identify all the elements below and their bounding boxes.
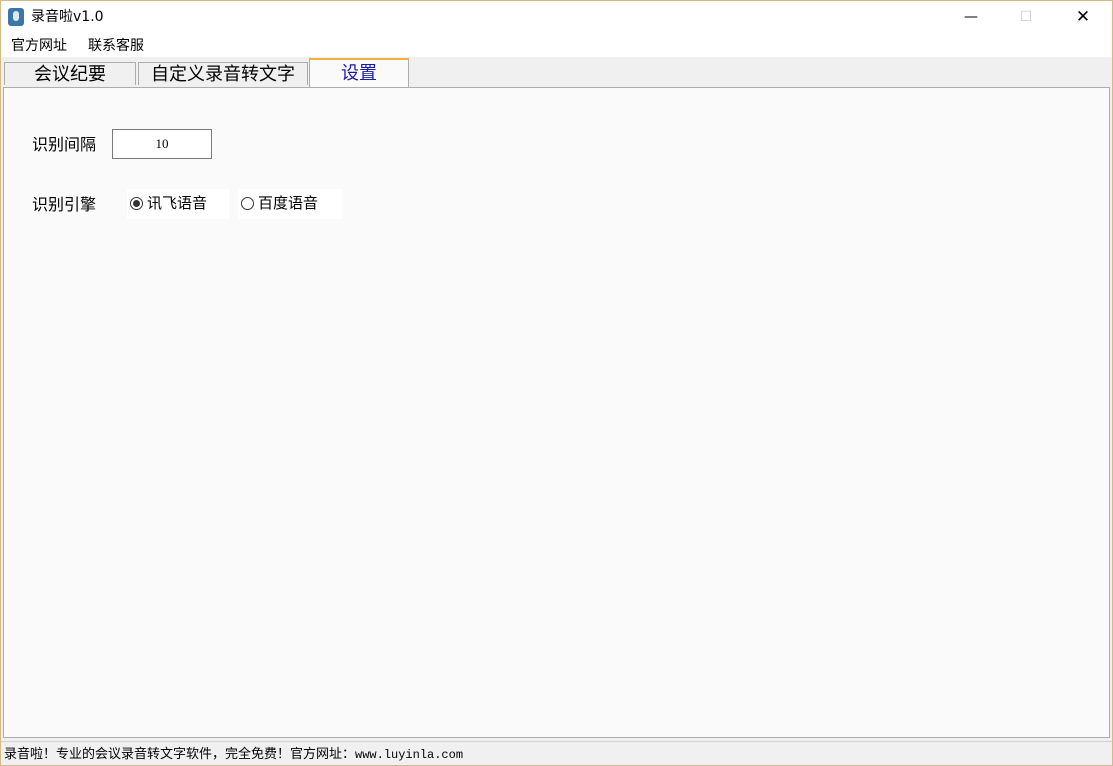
tab-custom-transcription[interactable]: 自定义录音转文字 (138, 62, 308, 85)
tab-strip: 会议纪要 自定义录音转文字 设置 (1, 57, 1112, 87)
window-title: 录音啦v1.0 (31, 9, 104, 25)
status-website-url: www.luyinla.com (355, 748, 464, 762)
title-bar[interactable]: 录音啦v1.0 — ☐ ✕ (1, 1, 1112, 33)
tab-meeting-minutes[interactable]: 会议纪要 (4, 62, 136, 85)
settings-panel: 识别间隔 识别引擎 讯飞语音 百度语音 (3, 87, 1110, 738)
app-microphone-icon (8, 8, 24, 26)
radio-unchecked-icon[interactable] (241, 197, 254, 210)
engine-label: 识别引擎 (32, 195, 97, 214)
status-message: 录音啦！专业的会议录音转文字软件，完全免费！官方网址：www.luyinla.c… (4, 746, 463, 764)
minimize-button[interactable]: — (948, 1, 994, 33)
engine-radio-iflytek[interactable]: 讯飞语音 (127, 189, 229, 219)
menu-item-support[interactable]: 联系客服 (88, 37, 144, 55)
interval-label: 识别间隔 (32, 135, 97, 154)
status-bar: 录音啦！专业的会议录音转文字软件，完全免费！官方网址：www.luyinla.c… (1, 741, 1112, 765)
engine-option-label: 讯飞语音 (147, 194, 208, 212)
app-window: 录音啦v1.0 — ☐ ✕ 官方网址 联系客服 会议纪要 自定义录音转文字 设置… (0, 0, 1113, 766)
menu-bar: 官方网址 联系客服 (1, 33, 1112, 57)
engine-radio-baidu[interactable]: 百度语音 (238, 189, 342, 219)
engine-option-label: 百度语音 (258, 194, 319, 212)
maximize-button[interactable]: ☐ (1003, 1, 1049, 33)
radio-checked-icon[interactable] (130, 197, 143, 210)
tab-settings[interactable]: 设置 (309, 58, 409, 87)
status-slogan: 录音啦！专业的会议录音转文字软件，完全免费！官方网址： (4, 747, 356, 762)
menu-item-website[interactable]: 官方网址 (11, 37, 67, 55)
close-button[interactable]: ✕ (1060, 1, 1106, 33)
interval-input[interactable] (112, 129, 212, 159)
